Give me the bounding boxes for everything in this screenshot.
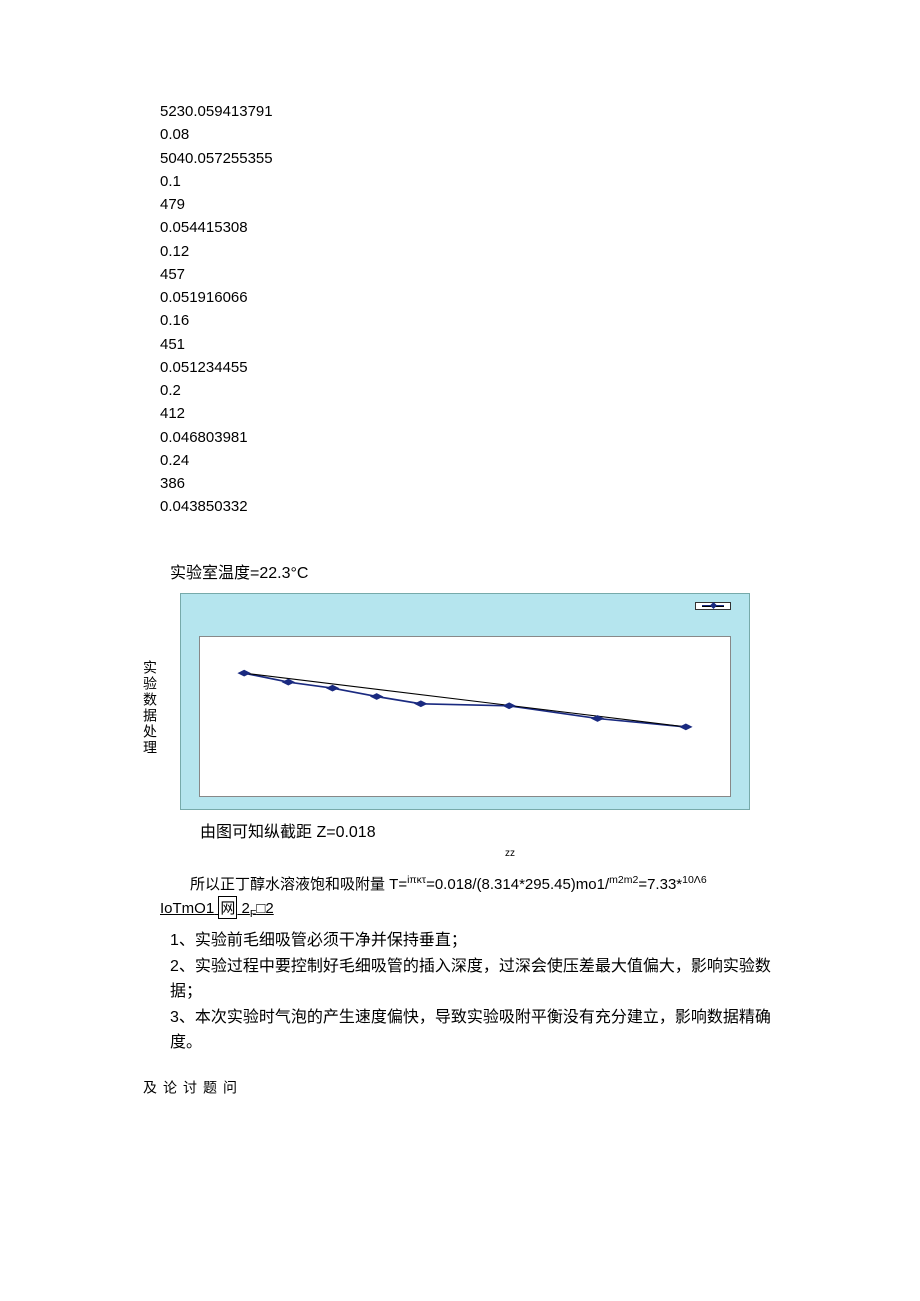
chart-container: [180, 593, 750, 810]
data-value-line: 386: [160, 472, 920, 495]
legend-series: [702, 605, 724, 606]
formula-sup1: iπκτ: [407, 874, 426, 886]
data-value-line: 479: [160, 193, 920, 216]
chart-outer-frame: [180, 593, 750, 810]
chart-plot-area: [199, 636, 731, 797]
chart-header: [181, 594, 749, 624]
formula-l2b: 网: [218, 896, 237, 919]
formula-l2d: □2: [256, 900, 273, 917]
data-value-line: 0.08: [160, 123, 920, 146]
chart-svg: [200, 637, 730, 796]
data-value-line: 0.1: [160, 170, 920, 193]
formula-line2: IoTmO1 网 2F□2: [160, 896, 920, 920]
discussion-item: 2、实验过程中要控制好毛细吸管的插入深度，过深会使压差最大值偏大，影响实验数据；: [170, 954, 800, 1005]
formula-prefix: 所以正丁醇水溶液饱和吸附量 T=: [190, 876, 407, 893]
document-page: 5230.0594137910.085040.0572553550.14790.…: [0, 0, 920, 1056]
discussion-item: 1、实验前毛细吸管必须干净并保持垂直；: [170, 928, 800, 954]
data-value-line: 5230.059413791: [160, 100, 920, 123]
data-value-line: 0.16: [160, 309, 920, 332]
data-value-line: 0.046803981: [160, 426, 920, 449]
data-value-line: 451: [160, 333, 920, 356]
data-value-line: 5040.057255355: [160, 147, 920, 170]
formula-l2a: IoTmO1: [160, 900, 214, 917]
data-value-line: 0.051234455: [160, 356, 920, 379]
formula-l2c: 2: [237, 900, 250, 917]
room-temperature: 实验室温度=22.3°C: [170, 559, 920, 583]
formula-mid: =0.018/(8.314*295.45)mo1/: [426, 876, 609, 893]
discussion-item: 3、本次实验时气泡的产生速度偏快，导致实验吸附平衡没有充分建立，影响数据精确度。: [170, 1005, 800, 1056]
data-value-line: 0.24: [160, 449, 920, 472]
data-value-line: 457: [160, 263, 920, 286]
chart-legend: [695, 602, 731, 610]
zz-annotation: zz: [100, 848, 920, 859]
data-value-line: 0.2: [160, 379, 920, 402]
section-label-discussion: 问题讨论及: [140, 1080, 240, 1096]
section-label-data-processing: 实验数据处理: [140, 660, 160, 756]
adsorption-formula: 所以正丁醇水溶液饱和吸附量 T=iπκτ=0.018/(8.314*295.45…: [190, 873, 920, 897]
data-value-line: 0.051916066: [160, 286, 920, 309]
data-value-line: 0.12: [160, 240, 920, 263]
discussion-block: 1、实验前毛细吸管必须干净并保持垂直；2、实验过程中要控制好毛细吸管的插入深度，…: [170, 928, 800, 1056]
data-value-line: 0.043850332: [160, 495, 920, 518]
intercept-text: 由图可知纵截距 Z=0.018: [200, 818, 920, 842]
formula-sup3: 10Λ6: [682, 874, 707, 886]
formula-sup2: m2m2: [609, 874, 638, 886]
data-value-line: 412: [160, 402, 920, 425]
data-values-block: 5230.0594137910.085040.0572553550.14790.…: [160, 100, 920, 519]
formula-tail: =7.33*: [638, 876, 682, 893]
data-value-line: 0.054415308: [160, 216, 920, 239]
